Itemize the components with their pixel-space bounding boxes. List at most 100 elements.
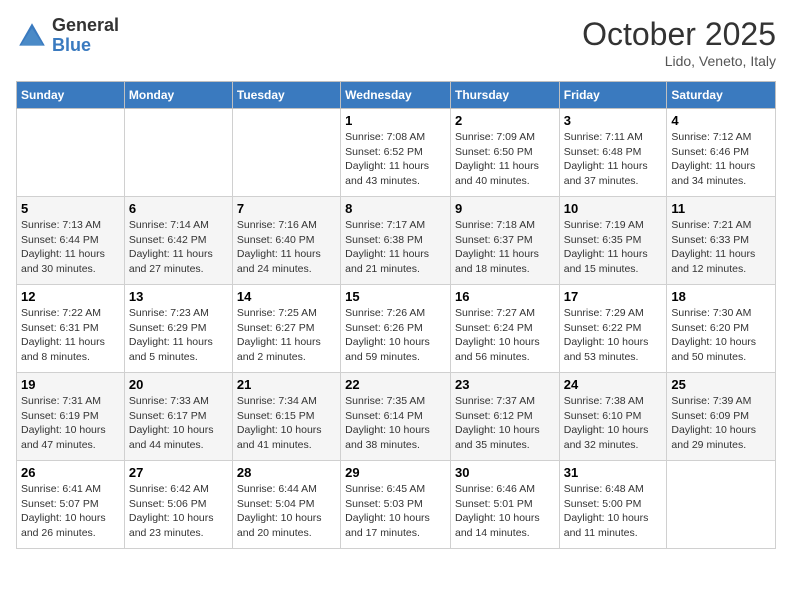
day-number: 25 xyxy=(671,377,771,392)
calendar-cell: 13 Sunrise: 7:23 AMSunset: 6:29 PMDayligh… xyxy=(124,285,232,373)
day-number: 4 xyxy=(671,113,771,128)
day-number: 22 xyxy=(345,377,446,392)
day-info: Sunrise: 7:26 AMSunset: 6:26 PMDaylight:… xyxy=(345,306,446,365)
calendar-week-row: 26 Sunrise: 6:41 AMSunset: 5:07 PMDayligh… xyxy=(17,461,776,549)
calendar-cell: 27 Sunrise: 6:42 AMSunset: 5:06 PMDayligh… xyxy=(124,461,232,549)
day-info: Sunrise: 7:29 AMSunset: 6:22 PMDaylight:… xyxy=(564,306,663,365)
day-info: Sunrise: 7:23 AMSunset: 6:29 PMDaylight:… xyxy=(129,306,228,365)
logo: General Blue xyxy=(16,16,119,56)
calendar-cell: 6 Sunrise: 7:14 AMSunset: 6:42 PMDaylight… xyxy=(124,197,232,285)
day-info: Sunrise: 6:42 AMSunset: 5:06 PMDaylight:… xyxy=(129,482,228,541)
day-number: 2 xyxy=(455,113,555,128)
day-number: 30 xyxy=(455,465,555,480)
day-number: 18 xyxy=(671,289,771,304)
calendar-cell: 10 Sunrise: 7:19 AMSunset: 6:35 PMDayligh… xyxy=(559,197,667,285)
day-info: Sunrise: 6:44 AMSunset: 5:04 PMDaylight:… xyxy=(237,482,336,541)
day-info: Sunrise: 7:21 AMSunset: 6:33 PMDaylight:… xyxy=(671,218,771,277)
day-number: 5 xyxy=(21,201,120,216)
calendar-cell: 2 Sunrise: 7:09 AMSunset: 6:50 PMDaylight… xyxy=(450,109,559,197)
day-number: 27 xyxy=(129,465,228,480)
day-number: 26 xyxy=(21,465,120,480)
calendar-cell: 9Sunrise: 7:18 AMSunset: 6:37 PMDaylight… xyxy=(450,197,559,285)
calendar-cell: 21Sunrise: 7:34 AMSunset: 6:15 PMDayligh… xyxy=(232,373,340,461)
day-info: Sunrise: 7:25 AMSunset: 6:27 PMDaylight:… xyxy=(237,306,336,365)
calendar-week-row: 1 Sunrise: 7:08 AMSunset: 6:52 PMDaylight… xyxy=(17,109,776,197)
calendar-cell xyxy=(17,109,125,197)
day-info: Sunrise: 7:18 AMSunset: 6:37 PMDaylight:… xyxy=(455,218,555,277)
logo-blue: Blue xyxy=(52,36,119,56)
location-subtitle: Lido, Veneto, Italy xyxy=(582,53,776,69)
day-number: 6 xyxy=(129,201,228,216)
day-number: 20 xyxy=(129,377,228,392)
day-info: Sunrise: 7:30 AMSunset: 6:20 PMDaylight:… xyxy=(671,306,771,365)
col-header-monday: Monday xyxy=(124,82,232,109)
day-info: Sunrise: 7:12 AMSunset: 6:46 PMDaylight:… xyxy=(671,130,771,189)
calendar-table: SundayMondayTuesdayWednesdayThursdayFrid… xyxy=(16,81,776,549)
calendar-cell: 24Sunrise: 7:38 AMSunset: 6:10 PMDayligh… xyxy=(559,373,667,461)
day-info: Sunrise: 7:09 AMSunset: 6:50 PMDaylight:… xyxy=(455,130,555,189)
logo-icon xyxy=(16,20,48,52)
calendar-cell: 16 Sunrise: 7:27 AMSunset: 6:24 PMDayligh… xyxy=(450,285,559,373)
day-info: Sunrise: 7:38 AMSunset: 6:10 PMDaylight:… xyxy=(564,394,663,453)
day-number: 16 xyxy=(455,289,555,304)
day-info: Sunrise: 7:34 AMSunset: 6:15 PMDaylight:… xyxy=(237,394,336,453)
day-info: Sunrise: 6:45 AMSunset: 5:03 PMDaylight:… xyxy=(345,482,446,541)
logo-text: General Blue xyxy=(52,16,119,56)
calendar-cell: 14Sunrise: 7:25 AMSunset: 6:27 PMDayligh… xyxy=(232,285,340,373)
calendar-cell: 31Sunrise: 6:48 AMSunset: 5:00 PMDayligh… xyxy=(559,461,667,549)
day-number: 31 xyxy=(564,465,663,480)
calendar-cell xyxy=(124,109,232,197)
day-number: 11 xyxy=(671,201,771,216)
day-info: Sunrise: 7:11 AMSunset: 6:48 PMDaylight:… xyxy=(564,130,663,189)
col-header-wednesday: Wednesday xyxy=(341,82,451,109)
day-info: Sunrise: 7:08 AMSunset: 6:52 PMDaylight:… xyxy=(345,130,446,189)
calendar-cell: 18 Sunrise: 7:30 AMSunset: 6:20 PMDayligh… xyxy=(667,285,776,373)
day-info: Sunrise: 6:46 AMSunset: 5:01 PMDaylight:… xyxy=(455,482,555,541)
day-number: 15 xyxy=(345,289,446,304)
calendar-cell: 28Sunrise: 6:44 AMSunset: 5:04 PMDayligh… xyxy=(232,461,340,549)
calendar-cell: 3 Sunrise: 7:11 AMSunset: 6:48 PMDaylight… xyxy=(559,109,667,197)
day-info: Sunrise: 7:14 AMSunset: 6:42 PMDaylight:… xyxy=(129,218,228,277)
day-number: 23 xyxy=(455,377,555,392)
day-number: 10 xyxy=(564,201,663,216)
calendar-cell: 7 Sunrise: 7:16 AMSunset: 6:40 PMDaylight… xyxy=(232,197,340,285)
day-info: Sunrise: 7:22 AMSunset: 6:31 PMDaylight:… xyxy=(21,306,120,365)
calendar-cell: 11 Sunrise: 7:21 AMSunset: 6:33 PMDayligh… xyxy=(667,197,776,285)
title-block: October 2025 Lido, Veneto, Italy xyxy=(582,16,776,69)
day-number: 7 xyxy=(237,201,336,216)
calendar-cell xyxy=(667,461,776,549)
calendar-cell: 5Sunrise: 7:13 AMSunset: 6:44 PMDaylight… xyxy=(17,197,125,285)
day-info: Sunrise: 7:27 AMSunset: 6:24 PMDaylight:… xyxy=(455,306,555,365)
calendar-cell: 12 Sunrise: 7:22 AMSunset: 6:31 PMDayligh… xyxy=(17,285,125,373)
calendar-cell: 22 Sunrise: 7:35 AMSunset: 6:14 PMDayligh… xyxy=(341,373,451,461)
calendar-cell xyxy=(232,109,340,197)
page-header: General Blue October 2025 Lido, Veneto, … xyxy=(16,16,776,69)
calendar-week-row: 19Sunrise: 7:31 AMSunset: 6:19 PMDayligh… xyxy=(17,373,776,461)
calendar-week-row: 12 Sunrise: 7:22 AMSunset: 6:31 PMDayligh… xyxy=(17,285,776,373)
calendar-cell: 8Sunrise: 7:17 AMSunset: 6:38 PMDaylight… xyxy=(341,197,451,285)
day-number: 3 xyxy=(564,113,663,128)
day-info: Sunrise: 7:35 AMSunset: 6:14 PMDaylight:… xyxy=(345,394,446,453)
day-info: Sunrise: 7:31 AMSunset: 6:19 PMDaylight:… xyxy=(21,394,120,453)
calendar-cell: 26 Sunrise: 6:41 AMSunset: 5:07 PMDayligh… xyxy=(17,461,125,549)
day-info: Sunrise: 7:16 AMSunset: 6:40 PMDaylight:… xyxy=(237,218,336,277)
day-info: Sunrise: 7:37 AMSunset: 6:12 PMDaylight:… xyxy=(455,394,555,453)
day-number: 29 xyxy=(345,465,446,480)
calendar-cell: 30 Sunrise: 6:46 AMSunset: 5:01 PMDayligh… xyxy=(450,461,559,549)
calendar-header-row: SundayMondayTuesdayWednesdayThursdayFrid… xyxy=(17,82,776,109)
col-header-saturday: Saturday xyxy=(667,82,776,109)
day-number: 13 xyxy=(129,289,228,304)
col-header-tuesday: Tuesday xyxy=(232,82,340,109)
day-number: 8 xyxy=(345,201,446,216)
day-info: Sunrise: 7:19 AMSunset: 6:35 PMDaylight:… xyxy=(564,218,663,277)
calendar-cell: 20 Sunrise: 7:33 AMSunset: 6:17 PMDayligh… xyxy=(124,373,232,461)
calendar-cell: 23 Sunrise: 7:37 AMSunset: 6:12 PMDayligh… xyxy=(450,373,559,461)
day-number: 1 xyxy=(345,113,446,128)
month-title: October 2025 xyxy=(582,16,776,53)
calendar-cell: 1 Sunrise: 7:08 AMSunset: 6:52 PMDaylight… xyxy=(341,109,451,197)
day-number: 12 xyxy=(21,289,120,304)
logo-general: General xyxy=(52,16,119,36)
day-info: Sunrise: 6:41 AMSunset: 5:07 PMDaylight:… xyxy=(21,482,120,541)
day-info: Sunrise: 7:33 AMSunset: 6:17 PMDaylight:… xyxy=(129,394,228,453)
col-header-friday: Friday xyxy=(559,82,667,109)
